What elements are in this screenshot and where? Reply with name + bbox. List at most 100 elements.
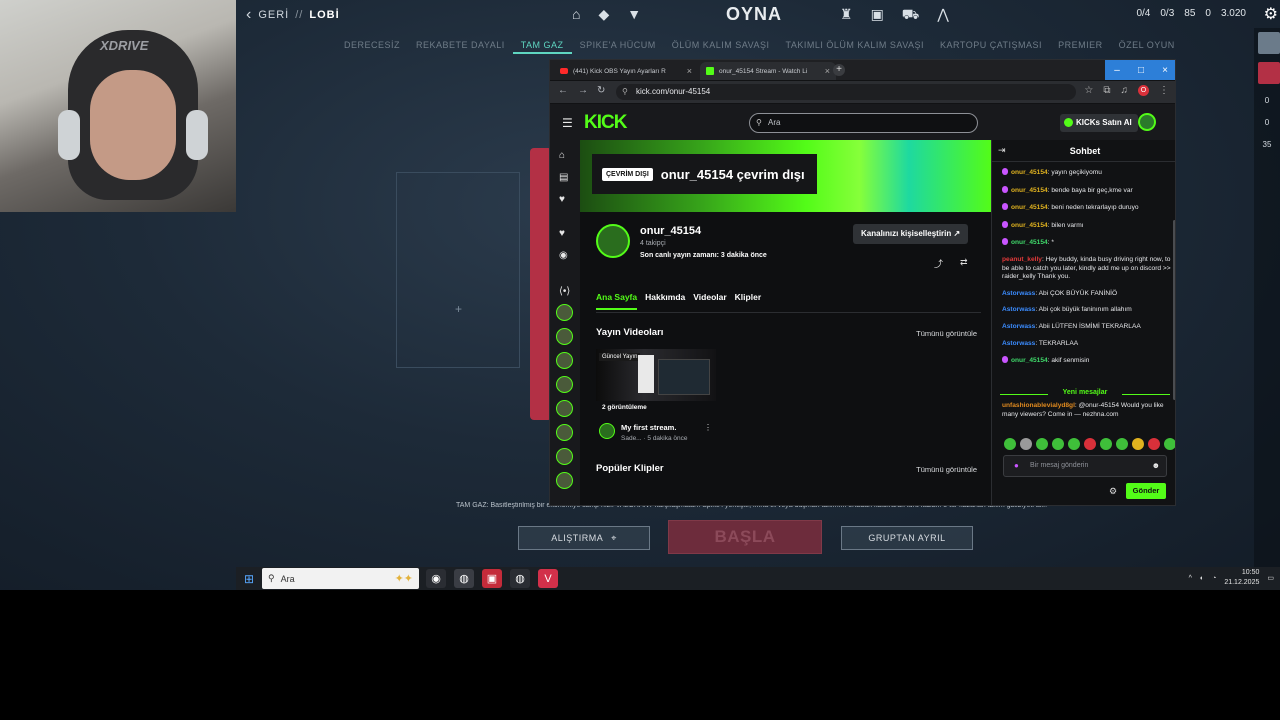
followed-channel-avatar[interactable] (556, 400, 573, 417)
chat-username[interactable]: onur_45154 (1011, 204, 1048, 211)
emote-icon[interactable] (1100, 438, 1112, 450)
chat-username[interactable]: onur_45154 (1011, 222, 1048, 229)
kick-search-input[interactable]: ⚲ Ara (749, 113, 978, 133)
chrome-icon[interactable]: ◍ (510, 569, 530, 588)
media-icon[interactable]: ♫ (1121, 85, 1129, 96)
see-all-videos-link[interactable]: Tümünü görüntüle (916, 329, 977, 338)
battlepass-icon[interactable]: ♜ (840, 6, 853, 25)
emote-icon[interactable] (1068, 438, 1080, 450)
live-icon[interactable]: ⟨•⟩ (559, 286, 570, 297)
channel-icon[interactable]: ◉ (559, 250, 568, 261)
favorite-heart-icon[interactable]: ♥ (559, 228, 565, 239)
practice-button[interactable]: ALIŞTIRMA ⌖ (518, 526, 650, 550)
following-heart-icon[interactable]: ♥ (559, 194, 565, 205)
obs-icon[interactable]: ◉ (426, 569, 446, 588)
settings-gear-icon[interactable]: ⚙ (1264, 4, 1278, 24)
home-icon[interactable]: ⌂ (572, 6, 580, 23)
chat-username[interactable]: Astorwass (1002, 290, 1035, 297)
followed-channel-avatar[interactable] (556, 472, 573, 489)
valorant-icon[interactable]: V (538, 569, 558, 588)
emote-icon[interactable] (1132, 438, 1144, 450)
tab-videos[interactable]: Videolar (693, 292, 726, 310)
video-title[interactable]: My first stream. (621, 423, 676, 432)
tab-about[interactable]: Hakkımda (645, 292, 685, 310)
video-menu-icon[interactable]: ⋮ (704, 423, 712, 432)
browser-tab-youtube[interactable]: (441) Kick OBS Yayın Ayarları R × (554, 62, 698, 80)
chat-username[interactable]: Astorwass (1002, 306, 1035, 313)
emote-icon[interactable] (1116, 438, 1128, 450)
mode-tab[interactable]: ÖLÜM KALIM SAVAŞI (664, 40, 778, 54)
extensions-icon[interactable]: ⧉ (1103, 85, 1110, 96)
site-info-icon[interactable]: ⚲ (622, 84, 628, 100)
back-arrow-icon[interactable]: ← (558, 85, 568, 96)
rank-icon[interactable]: ⋀ (937, 6, 948, 25)
mode-tab[interactable]: SPIKE'A HÜCUM (572, 40, 664, 54)
mode-tab[interactable]: REKABETE DAYALI (408, 40, 513, 54)
taskbar-clock[interactable]: 10:50 21.12.2025 (1224, 568, 1259, 588)
followed-channel-avatar[interactable] (556, 328, 573, 345)
video-thumbnail[interactable]: Güncel Yayın (596, 349, 716, 401)
browser-tab-kick[interactable]: onur_45154 Stream - Watch Li × (700, 62, 836, 80)
play-tab[interactable]: OYNA (726, 4, 782, 25)
bookmark-star-icon[interactable]: ☆ (1084, 85, 1093, 96)
followed-channel-avatar[interactable] (556, 376, 573, 393)
followed-channel-avatar[interactable] (556, 448, 573, 465)
leave-group-button[interactable]: GRUPTAN AYRIL (841, 526, 973, 550)
chat-username[interactable]: Astorwass (1002, 340, 1035, 347)
chat-username[interactable]: onur_45154 (1011, 169, 1048, 176)
agents-icon[interactable]: ◆ (598, 6, 609, 23)
mode-tab[interactable]: KARTOPU ÇATIŞMASI (932, 40, 1050, 54)
chat-username[interactable]: peanut_kelly (1002, 256, 1042, 263)
emote-icon[interactable] (1020, 438, 1032, 450)
chat-settings-gear-icon[interactable]: ⚙ (1109, 486, 1117, 497)
menu-dots-icon[interactable]: ⋮ (1159, 85, 1169, 96)
chat-username[interactable]: unfashionablevialyd8gl (1002, 402, 1075, 409)
hamburger-menu-icon[interactable]: ☰ (562, 116, 573, 130)
browse-icon[interactable]: ▤ (559, 172, 568, 183)
tray-app-icon[interactable]: ◐ (1200, 575, 1204, 582)
tray-network-icon[interactable]: ◔ (1212, 575, 1216, 582)
user-avatar[interactable] (1138, 113, 1156, 131)
close-tab-icon[interactable]: × (825, 66, 830, 76)
mode-tab[interactable]: PREMIER (1050, 40, 1111, 54)
taskbar-search[interactable]: ⚲ Ara ✦✦ (262, 568, 419, 589)
followed-channel-avatar[interactable] (556, 352, 573, 369)
windows-start-icon[interactable]: ⊞ (244, 572, 254, 586)
chat-scrollbar[interactable] (1173, 220, 1175, 400)
chat-username[interactable]: onur_45154 (1011, 187, 1048, 194)
emote-icon[interactable] (1148, 438, 1160, 450)
career-icon[interactable]: ▼ (627, 6, 641, 23)
store-icon[interactable]: ⛟ (902, 6, 920, 25)
party-avatar[interactable] (1258, 62, 1280, 84)
back-button[interactable]: ‹ GERİ // LOBİ (246, 6, 340, 24)
emote-icon[interactable] (1164, 438, 1175, 450)
new-tab-button[interactable]: + (833, 64, 845, 76)
riot-client-icon[interactable]: ▣ (482, 569, 502, 588)
chat-username[interactable]: onur_45154 (1011, 357, 1048, 364)
chat-username[interactable]: onur_45154 (1011, 239, 1048, 246)
mode-tab[interactable]: DERECESİZ (336, 40, 408, 54)
emote-icon[interactable] (1052, 438, 1064, 450)
player-card-slot[interactable] (396, 172, 520, 368)
chat-username[interactable]: Astorwass (1002, 323, 1035, 330)
collection-icon[interactable]: ▣ (871, 6, 884, 25)
mode-tab[interactable]: ÖZEL OYUN (1111, 40, 1183, 54)
url-field[interactable]: ⚲ kick.com/onur-45154 (616, 84, 1076, 100)
emoji-icon[interactable]: ☻ (1152, 456, 1160, 476)
close-tab-icon[interactable]: × (687, 66, 692, 76)
send-button[interactable]: Gönder (1126, 483, 1166, 499)
video-author-avatar[interactable] (599, 423, 615, 439)
home-icon[interactable]: ⌂ (559, 150, 565, 161)
forward-arrow-icon[interactable]: → (578, 85, 588, 96)
mode-tab-active[interactable]: TAM GAZ (512, 40, 572, 54)
gift-icon[interactable]: ⇄ (960, 257, 968, 268)
tab-clips[interactable]: Klipler (735, 292, 761, 310)
tray-chevron-icon[interactable]: ^ (1189, 575, 1192, 582)
channel-avatar[interactable] (596, 224, 630, 258)
emote-icon[interactable] (1004, 438, 1016, 450)
friend-avatar[interactable] (1258, 32, 1280, 54)
emote-icon[interactable] (1036, 438, 1048, 450)
chat-message-input[interactable]: ● Bir mesaj gönderin ☻ (1003, 455, 1167, 477)
profile-avatar[interactable]: O (1138, 85, 1149, 96)
notification-icon[interactable]: ▭ (1267, 574, 1274, 582)
